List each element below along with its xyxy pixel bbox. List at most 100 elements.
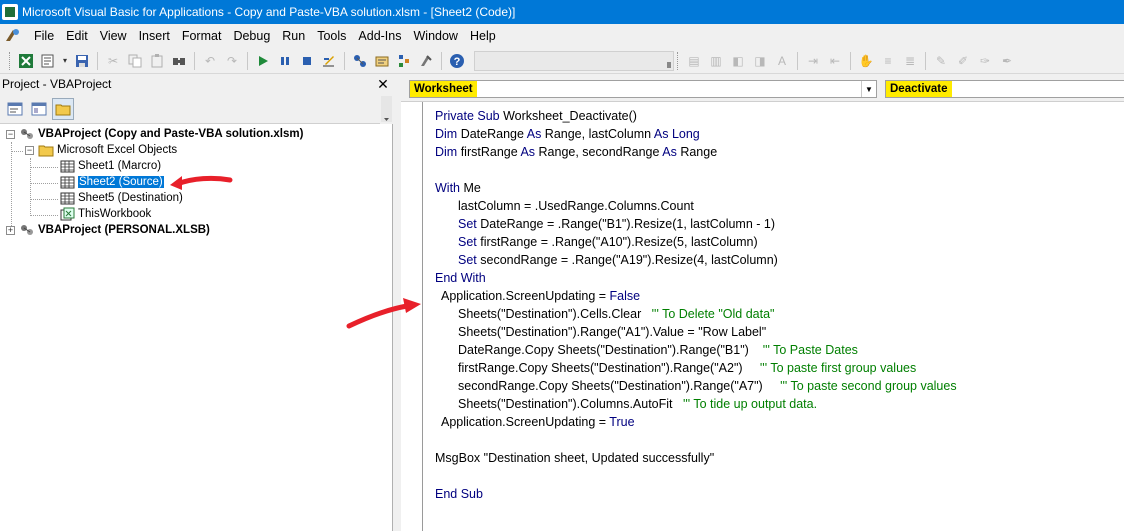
tree-item-sheet2[interactable]: Sheet2 (Source) <box>59 174 165 190</box>
code-keyword: True <box>609 415 635 429</box>
code-keyword: With <box>435 181 464 195</box>
find-icon[interactable] <box>170 52 188 70</box>
code-text: Range, lastColumn <box>544 127 654 141</box>
menu-edit[interactable]: Edit <box>60 29 94 43</box>
copy-icon[interactable] <box>126 52 144 70</box>
design-mode-icon[interactable] <box>320 52 338 70</box>
code-line[interactable]: Set DateRange = .Range("B1").Resize(1, l… <box>458 215 775 233</box>
toggle-breakpoint-icon[interactable]: ✋ <box>857 52 875 70</box>
help-icon[interactable]: ? <box>448 52 466 70</box>
code-text: Application.ScreenUpdating = <box>441 415 610 429</box>
toolbar-grip[interactable] <box>9 51 12 70</box>
view-object-icon[interactable] <box>28 98 50 120</box>
undo-icon[interactable]: ↶ <box>201 52 219 70</box>
code-keyword: Set <box>458 235 481 249</box>
object-browser-icon[interactable] <box>395 52 413 70</box>
complete-word-icon[interactable]: A <box>773 52 791 70</box>
tree-item-vbaproject-main[interactable]: − VBAProject (Copy and Paste-VBA solutio… <box>6 126 303 142</box>
break-icon[interactable] <box>276 52 294 70</box>
code-line[interactable]: Dim DateRange As Range, lastColumn As Lo… <box>435 125 700 143</box>
code-line[interactable]: secondRange.Copy Sheets("Destination").R… <box>458 377 957 395</box>
code-line[interactable]: firstRange.Copy Sheets("Destination").Ra… <box>458 359 916 377</box>
code-line[interactable]: End With <box>435 269 486 287</box>
tree-item-sheet1[interactable]: Sheet1 (Marcro) <box>59 158 161 174</box>
code-editor[interactable]: Private Sub Worksheet_Deactivate() Dim Da… <box>423 102 1124 531</box>
object-dropdown[interactable]: Worksheet ▼ <box>409 80 877 98</box>
comment-block-icon[interactable]: ≡ <box>879 52 897 70</box>
run-icon[interactable] <box>254 52 272 70</box>
code-line[interactable]: lastColumn = .UsedRange.Columns.Count <box>458 197 694 215</box>
uncomment-block-icon[interactable]: ≣ <box>901 52 919 70</box>
insert-module-icon[interactable] <box>39 52 57 70</box>
chevron-down-icon[interactable]: ▼ <box>861 81 876 97</box>
view-code-icon[interactable] <box>4 98 26 120</box>
clear-bookmarks-icon[interactable]: ✒ <box>998 52 1016 70</box>
code-text: Sheets("Destination").Range("A1").Value … <box>458 325 767 339</box>
tree-item-thisworkbook[interactable]: ThisWorkbook <box>59 206 151 222</box>
code-line[interactable]: Sheets("Destination").Range("A1").Value … <box>458 323 766 341</box>
code-line[interactable]: Application.ScreenUpdating = True <box>441 413 635 431</box>
previous-bookmark-icon[interactable]: ✑ <box>976 52 994 70</box>
quick-info-icon[interactable]: ◧ <box>729 52 747 70</box>
procedure-dropdown-value: Deactivate <box>886 81 952 97</box>
code-line[interactable]: Set secondRange = .Range("A19").Resize(4… <box>458 251 778 269</box>
menu-view[interactable]: View <box>94 29 133 43</box>
code-line[interactable]: Dim firstRange As Range, secondRange As … <box>435 143 717 161</box>
project-pane-scroll[interactable] <box>380 94 393 124</box>
code-line[interactable]: With Me <box>435 179 481 197</box>
outdent-icon[interactable]: ⇤ <box>826 52 844 70</box>
cut-icon[interactable]: ✂ <box>104 52 122 70</box>
menu-debug[interactable]: Debug <box>227 29 276 43</box>
menu-run[interactable]: Run <box>276 29 311 43</box>
procedure-dropdown[interactable]: Deactivate <box>885 80 1124 98</box>
menu-file[interactable]: File <box>28 29 60 43</box>
code-comment: ''' To Delete "Old data" <box>651 307 775 321</box>
project-explorer-icon[interactable] <box>351 52 369 70</box>
redo-icon[interactable]: ↷ <box>223 52 241 70</box>
list-constants-icon[interactable]: ▥ <box>707 52 725 70</box>
next-bookmark-icon[interactable]: ✐ <box>954 52 972 70</box>
code-line[interactable]: MsgBox "Destination sheet, Updated succe… <box>435 449 714 467</box>
indent-icon[interactable]: ⇥ <box>804 52 822 70</box>
collapse-icon[interactable]: − <box>6 129 15 139</box>
list-properties-icon[interactable]: ▤ <box>685 52 703 70</box>
save-icon[interactable] <box>73 52 91 70</box>
code-comment: ''' To tide up output data. <box>682 397 818 411</box>
toggle-folders-icon[interactable] <box>52 97 74 120</box>
toggle-bookmark-icon[interactable]: ✎ <box>932 52 950 70</box>
dropdown-arrow-icon[interactable]: ▾ <box>61 52 69 70</box>
reset-icon[interactable] <box>298 52 316 70</box>
tree-item-sheet5[interactable]: Sheet5 (Destination) <box>59 190 183 206</box>
code-line[interactable]: Application.ScreenUpdating = False <box>441 287 640 305</box>
code-line[interactable]: Private Sub Worksheet_Deactivate() <box>435 107 637 125</box>
tree-item-label: VBAProject (Copy and Paste-VBA solution.… <box>38 128 304 140</box>
tree-item-excel-objects[interactable]: − Microsoft Excel Objects <box>25 142 177 158</box>
menu-window[interactable]: Window <box>408 29 464 43</box>
toolbar-location-box[interactable] <box>474 50 674 71</box>
expand-icon[interactable]: + <box>6 225 15 235</box>
tree-item-vbaproject-personal[interactable]: + VBAProject (PERSONAL.XLSB) <box>6 222 210 238</box>
paste-icon[interactable] <box>148 52 166 70</box>
collapse-icon[interactable]: − <box>25 145 34 155</box>
menu-add-ins[interactable]: Add-Ins <box>352 29 407 43</box>
code-line[interactable]: End Sub <box>435 485 483 503</box>
code-keyword: Dim <box>435 127 461 141</box>
menu-help[interactable]: Help <box>464 29 502 43</box>
toolbar-grip[interactable] <box>677 51 680 70</box>
close-icon[interactable]: ✕ <box>375 76 391 92</box>
excel-icon[interactable] <box>17 52 35 70</box>
code-line[interactable]: DateRange.Copy Sheets("Destination").Ran… <box>458 341 858 359</box>
properties-icon[interactable] <box>373 52 391 70</box>
toolbar-separator <box>247 51 248 70</box>
toolbox-icon[interactable] <box>417 52 435 70</box>
parameter-info-icon[interactable]: ◨ <box>751 52 769 70</box>
code-keyword: As <box>662 145 681 159</box>
menu-insert[interactable]: Insert <box>133 29 176 43</box>
code-line[interactable]: Set firstRange = .Range("A10").Resize(5,… <box>458 233 758 251</box>
code-line[interactable]: Sheets("Destination").Columns.AutoFit ''… <box>458 395 817 413</box>
code-comment: ''' To Paste Dates <box>762 343 858 357</box>
code-line[interactable]: Sheets("Destination").Cells.Clear ''' To… <box>458 305 775 323</box>
menu-format[interactable]: Format <box>176 29 228 43</box>
menu-tools[interactable]: Tools <box>311 29 352 43</box>
vba-menu-icon[interactable] <box>4 27 22 45</box>
